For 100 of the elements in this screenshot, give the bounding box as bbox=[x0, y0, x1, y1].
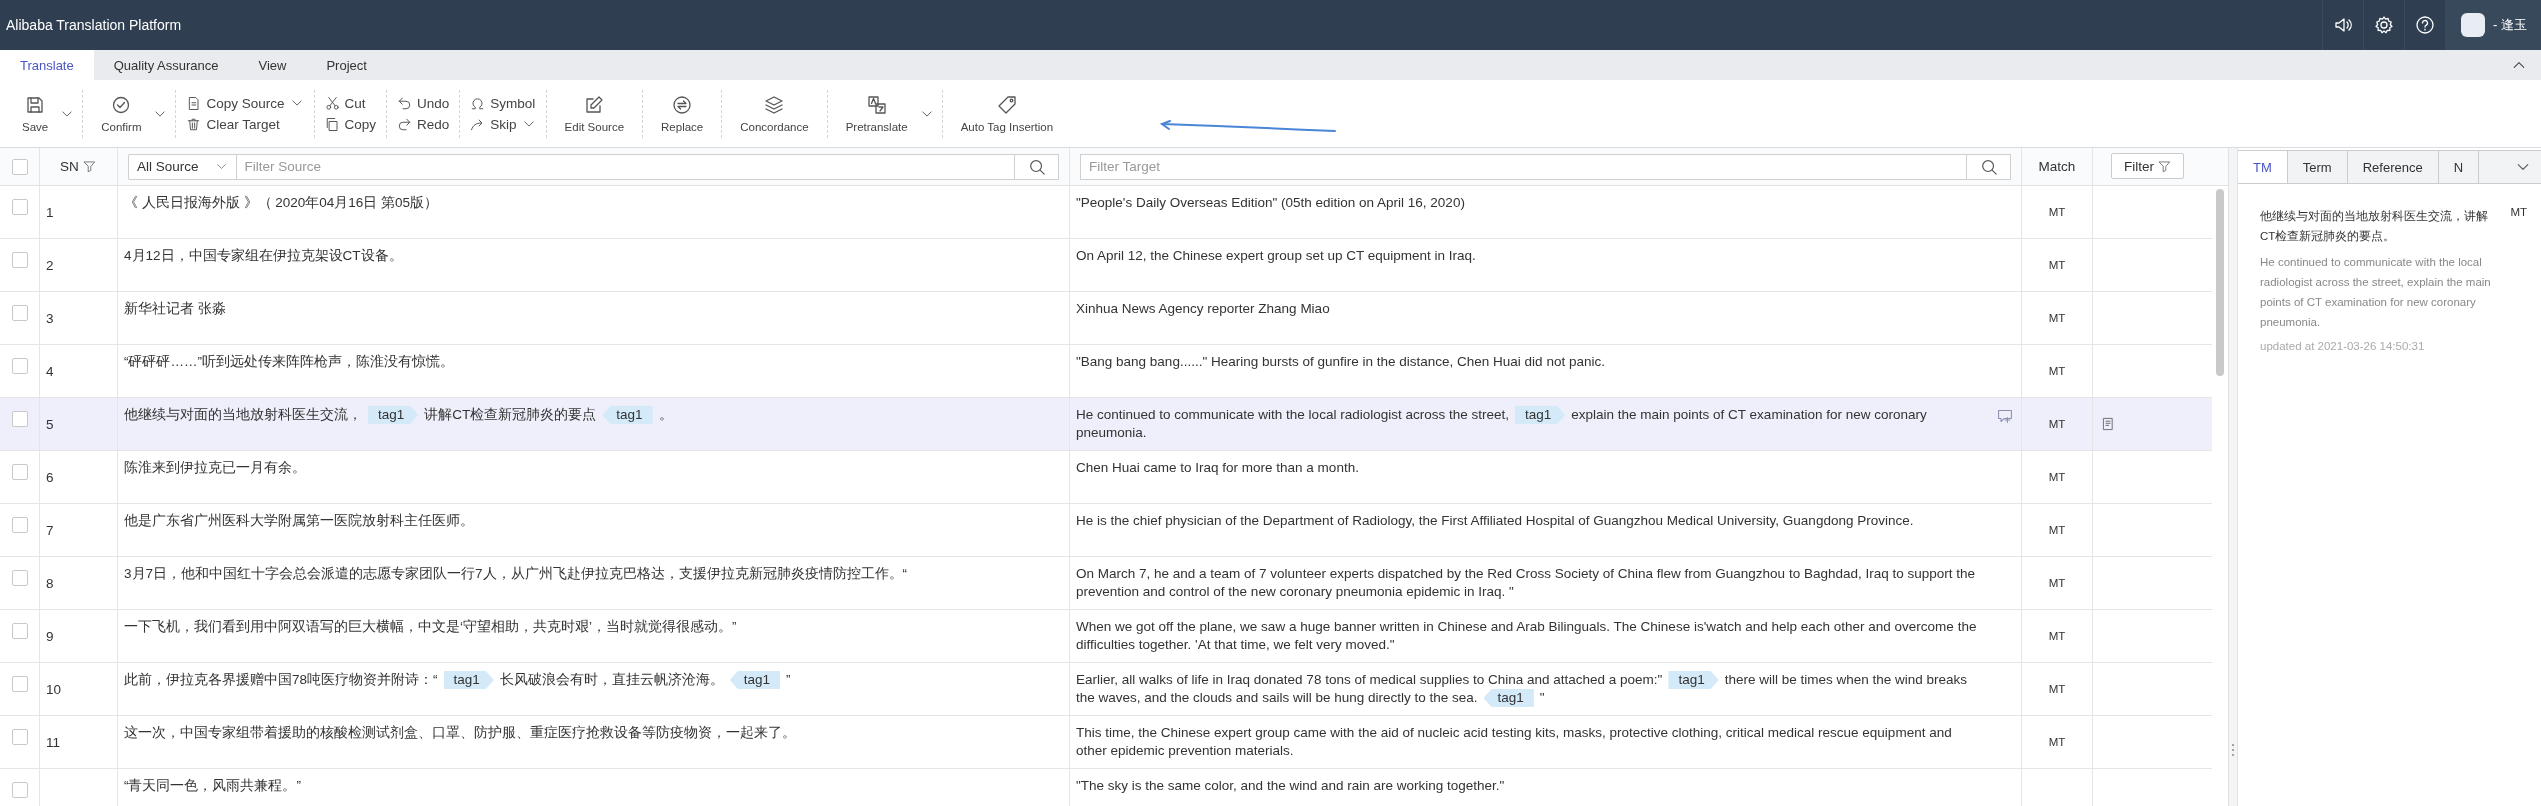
target-text: On April 12, the Chinese expert group set up CT equipment in Iraq. bbox=[1076, 247, 1477, 265]
menu-tab[interactable]: View bbox=[238, 50, 307, 80]
toolbar-button[interactable]: Replace bbox=[651, 90, 714, 137]
toolbar-button[interactable]: Pretranslate bbox=[835, 90, 934, 137]
redo-icon bbox=[397, 116, 413, 132]
target-text: "Bang bang bang......" Hearing bursts of gunfire in the distance, Chen Huai did not panic. bbox=[1076, 353, 1606, 371]
toolbar-button[interactable]: Copy Source bbox=[184, 94, 306, 112]
filter-icon bbox=[2158, 159, 2171, 173]
table-row[interactable] bbox=[0, 663, 2212, 716]
source-text: “砰砰砰……”听到远处传来阵阵枪声，陈淮没有惊慌。 bbox=[124, 353, 455, 371]
checkbox[interactable] bbox=[11, 158, 28, 175]
row-number: 10 bbox=[46, 681, 62, 697]
source-text: 3月7日，他和中国红十字会总会派遣的志愿专家团队一行7人，从广州飞赴伊拉克巴格达，支援伊拉克新冠肺炎疫情防控工作。“ bbox=[124, 565, 909, 583]
toolbar-button[interactable]: Copy bbox=[322, 115, 379, 133]
copy-icon bbox=[324, 116, 340, 132]
toolbar-button[interactable]: Auto Tag Insertion bbox=[950, 90, 1064, 137]
table-row[interactable]: 2 4月12日，中国专家组在伊拉克架设CT设备。 On April 12, the Chinese expert group set up CT equipment in Iraq. MT bbox=[0, 239, 2212, 292]
search-button[interactable] bbox=[1015, 153, 1059, 180]
check-circle-icon bbox=[111, 94, 132, 115]
pencil-icon bbox=[584, 94, 605, 115]
menu-tab[interactable]: Project bbox=[306, 50, 387, 80]
source-text: 他继续与对面的当地放射科医生交流，讲解CT检查新冠肺炎的要点。 bbox=[2260, 209, 2489, 244]
toolbar-button[interactable]: Redo bbox=[395, 115, 452, 133]
source-text: 陈淮来到伊拉克已一月有余。 bbox=[124, 459, 307, 477]
toolbar-button[interactable]: Cut bbox=[322, 94, 368, 112]
checkbox[interactable] bbox=[11, 570, 28, 586]
source-text: 他是广东省广州医科大学附属第一医院放射科主任医师。 bbox=[124, 512, 475, 530]
column-header: SN bbox=[60, 159, 79, 174]
target-text: "The sky is the same color, and the wind and rain are working together." bbox=[1076, 777, 1506, 795]
app-title: Alibaba Translation Platform bbox=[5, 17, 183, 33]
toolbar-button[interactable]: Edit Source bbox=[554, 90, 635, 137]
filter-button[interactable]: Filter bbox=[2111, 153, 2184, 179]
panel-tab[interactable]: TM bbox=[2238, 151, 2288, 183]
match-label: MT bbox=[2048, 206, 2066, 218]
toolbar-button[interactable]: Confirm bbox=[91, 90, 168, 137]
checkbox[interactable] bbox=[11, 676, 28, 692]
target-text: "People's Daily Overseas Edition" (05th edition on April 16, 2020) bbox=[1076, 194, 1466, 212]
source-text: 《 人民日报海外版 》（ 2020年04月16日 第05版） bbox=[124, 194, 440, 212]
filter-field[interactable]: Filter Source bbox=[235, 153, 1015, 180]
note-icon[interactable] bbox=[2101, 417, 2115, 431]
omega-icon bbox=[470, 95, 486, 111]
checkbox[interactable] bbox=[11, 199, 28, 215]
source-text: 新华社记者 张淼 bbox=[124, 300, 227, 318]
toolbar-button[interactable]: Undo bbox=[395, 94, 452, 112]
toolbar-button[interactable]: Skip bbox=[468, 115, 538, 133]
target-text: Chen Huai came to Iraq for more than a month. bbox=[1076, 459, 1360, 477]
match-label: MT bbox=[2048, 259, 2066, 271]
match-label: MT bbox=[2510, 206, 2527, 220]
toolbar-button[interactable]: Concordance bbox=[730, 90, 819, 137]
row-number: 2 bbox=[46, 257, 54, 273]
checkbox[interactable] bbox=[11, 623, 28, 639]
match-label: MT bbox=[2048, 630, 2066, 642]
scissors-icon bbox=[324, 95, 340, 111]
filter-field[interactable]: Filter Target bbox=[1080, 153, 1967, 180]
scrollbar-thumb[interactable] bbox=[2216, 189, 2224, 376]
match-label: MT bbox=[2048, 312, 2066, 324]
source-dropdown[interactable]: All Source bbox=[128, 153, 236, 180]
table-row[interactable]: 1 《 人民日报海外版 》（ 2020年04月16日 第05版） "People's Daily Overseas Edition" (05th edition on April 16, 2020) MT bbox=[0, 186, 2212, 239]
table-row[interactable]: 6 陈淮来到伊拉克已一月有余。 Chen Huai came to Iraq for more than a month. MT bbox=[0, 451, 2212, 504]
checkbox[interactable] bbox=[11, 729, 28, 745]
table-row[interactable]: 7 他是广东省广州医科大学附属第一医院放射科主任医师。 He is the chief physician of the Department of Radiology, the First Affiliated Hospital of Guangzhou Medical University, Guangdong Province. MT bbox=[0, 504, 2212, 557]
table-row[interactable] bbox=[0, 557, 2212, 610]
row-number: 7 bbox=[46, 522, 54, 538]
table-row[interactable] bbox=[0, 610, 2212, 663]
undo-icon bbox=[397, 95, 413, 111]
avatar bbox=[2461, 13, 2486, 37]
timestamp: updated at 2021-03-26 14:50:31 bbox=[2260, 340, 2426, 352]
row-number: 3 bbox=[46, 310, 54, 326]
menu-tab[interactable]: Quality Assurance bbox=[93, 50, 239, 80]
checkbox[interactable] bbox=[11, 411, 28, 427]
table-row[interactable]: 4 “砰砰砰……”听到远处传来阵阵枪声，陈淮没有惊慌。 "Bang bang bang......" Hearing bursts of gunfire in the distance, Chen Huai did not panic. MT bbox=[0, 345, 2212, 398]
table-row[interactable]: 5 他继续与对面的当地放射科医生交流， tag1 讲解CT检查新冠肺炎的要点 tag1 。 He continued to communicate with the local radiologist across the street, tag1 explain the main points of CT examination for new coronary pneumonia. MT bbox=[0, 398, 2212, 451]
checkbox[interactable] bbox=[11, 782, 28, 798]
table-row[interactable] bbox=[0, 716, 2212, 769]
match-label: MT bbox=[2048, 365, 2066, 377]
help-icon[interactable] bbox=[2415, 15, 2436, 35]
match-label: MT bbox=[2048, 736, 2066, 748]
user-name[interactable]: - 逢玉 bbox=[2493, 16, 2527, 34]
translate-icon bbox=[866, 94, 887, 115]
toolbar-button[interactable]: Clear Target bbox=[184, 115, 282, 133]
toolbar-button[interactable]: Save bbox=[12, 90, 75, 137]
source-text: 此前，伊拉克各界援赠中国78吨医疗物资并附诗：“ tag1 长风破浪会有时，直挂云帆济沧海。 tag1 ” bbox=[124, 671, 792, 689]
checkbox[interactable] bbox=[11, 517, 28, 533]
swap-arrows-icon bbox=[672, 94, 693, 115]
add-comment-icon[interactable] bbox=[1997, 408, 2013, 424]
splitter-handle[interactable] bbox=[2232, 744, 2234, 756]
menu-tab[interactable]: Translate bbox=[0, 50, 94, 80]
filter-icon[interactable] bbox=[82, 160, 96, 173]
table-row[interactable]: 3 新华社记者 张淼 Xinhua News Agency reporter Zhang Miao MT bbox=[0, 292, 2212, 345]
checkbox[interactable] bbox=[11, 252, 28, 268]
target-text: On March 7, he and a team of 7 volunteer experts dispatched by the Red Cross Society of China flew from Guangzhou to Baghdad, Iraq to support the prevention and control of the new coronary pneumonia epidemic in Iraq. " bbox=[1076, 565, 1976, 601]
settings-icon[interactable] bbox=[2374, 15, 2395, 35]
row-number: 5 bbox=[46, 416, 54, 432]
checkbox[interactable] bbox=[11, 358, 28, 374]
row-number: 9 bbox=[46, 628, 54, 644]
search-button[interactable] bbox=[1967, 153, 2011, 180]
toolbar-button[interactable]: Symbol bbox=[468, 94, 538, 112]
checkbox[interactable] bbox=[11, 464, 28, 480]
checkbox[interactable] bbox=[11, 305, 28, 321]
match-label: MT bbox=[2048, 418, 2066, 430]
